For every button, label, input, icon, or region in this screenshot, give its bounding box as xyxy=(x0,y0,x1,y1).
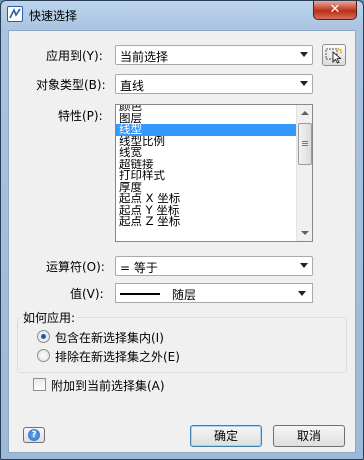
operator-select[interactable]: = 等于 xyxy=(115,256,313,276)
list-item[interactable]: 图层 xyxy=(116,113,298,125)
list-item[interactable]: 起点 Y 坐标 xyxy=(116,205,298,217)
close-button[interactable]: ✕ xyxy=(313,1,357,20)
chevron-down-icon xyxy=(300,81,308,86)
operator-value: = 等于 xyxy=(120,261,158,275)
append-checkbox-label[interactable]: 附加到当前选择集(A) xyxy=(51,377,165,394)
properties-list[interactable]: 颜色 图层 线型 线型比例 线宽 超链接 打印样式 厚度 起点 X 坐标 起点 … xyxy=(115,104,313,242)
list-item[interactable]: 厚度 xyxy=(116,182,298,194)
append-checkbox[interactable] xyxy=(33,378,46,391)
list-item[interactable]: 起点 X 坐标 xyxy=(116,193,298,205)
value-text: 随层 xyxy=(172,288,197,302)
exclude-radio-label[interactable]: 排除在新选择集之外(E) xyxy=(55,348,180,365)
window-title: 快速选择 xyxy=(29,9,78,23)
app-icon xyxy=(7,6,23,22)
list-item[interactable]: 打印样式 xyxy=(116,170,298,182)
quick-select-dialog: 快速选择 ✕ 应用到(Y): 当前选择 对象类型(B): 直线 特性(P): 颜… xyxy=(0,0,364,460)
object-type-select[interactable]: 直线 xyxy=(115,74,313,94)
select-objects-icon xyxy=(325,47,343,64)
properties-items: 颜色 图层 线型 线型比例 线宽 超链接 打印样式 厚度 起点 X 坐标 起点 … xyxy=(116,105,298,228)
value-select[interactable]: 随层 xyxy=(115,283,313,303)
dialog-body: 应用到(Y): 当前选择 对象类型(B): 直线 特性(P): 颜色 图层 线型 xyxy=(8,30,356,453)
list-item[interactable]: 线型比例 xyxy=(116,136,298,148)
scroll-up-icon[interactable] xyxy=(297,105,312,121)
apply-to-value: 当前选择 xyxy=(120,50,169,64)
list-item[interactable]: 起点 Z 坐标 xyxy=(116,216,298,228)
include-radio[interactable] xyxy=(37,330,50,343)
help-button[interactable]: ? xyxy=(23,427,45,443)
properties-label: 特性(P): xyxy=(58,109,103,123)
chevron-down-icon xyxy=(300,263,308,268)
object-type-value: 直线 xyxy=(120,79,145,93)
list-item[interactable]: 颜色 xyxy=(116,105,298,113)
list-item-selected[interactable]: 线型 xyxy=(116,124,298,136)
chevron-down-icon xyxy=(300,52,308,57)
how-to-apply-title: 如何应用: xyxy=(21,309,78,326)
value-label: 值(V): xyxy=(70,287,104,301)
operator-label: 运算符(O): xyxy=(46,260,105,274)
cancel-button[interactable]: 取消 xyxy=(273,425,345,447)
ok-button[interactable]: 确定 xyxy=(190,425,262,447)
chevron-down-icon xyxy=(298,291,306,296)
scroll-thumb[interactable] xyxy=(298,123,312,165)
lineweight-swatch xyxy=(120,293,160,295)
include-radio-label[interactable]: 包含在新选择集内(I) xyxy=(55,329,164,346)
select-objects-button[interactable] xyxy=(322,44,346,66)
list-item[interactable]: 线宽 xyxy=(116,147,298,159)
scroll-down-icon[interactable] xyxy=(297,225,312,241)
properties-scrollbar[interactable] xyxy=(296,105,312,241)
apply-to-label: 应用到(Y): xyxy=(46,49,103,63)
apply-to-select[interactable]: 当前选择 xyxy=(115,45,313,65)
object-type-label: 对象类型(B): xyxy=(36,78,106,92)
exclude-radio[interactable] xyxy=(37,349,50,362)
title-bar[interactable]: 快速选择 ✕ xyxy=(1,1,363,29)
list-item[interactable]: 超链接 xyxy=(116,159,298,171)
help-icon: ? xyxy=(28,429,40,441)
